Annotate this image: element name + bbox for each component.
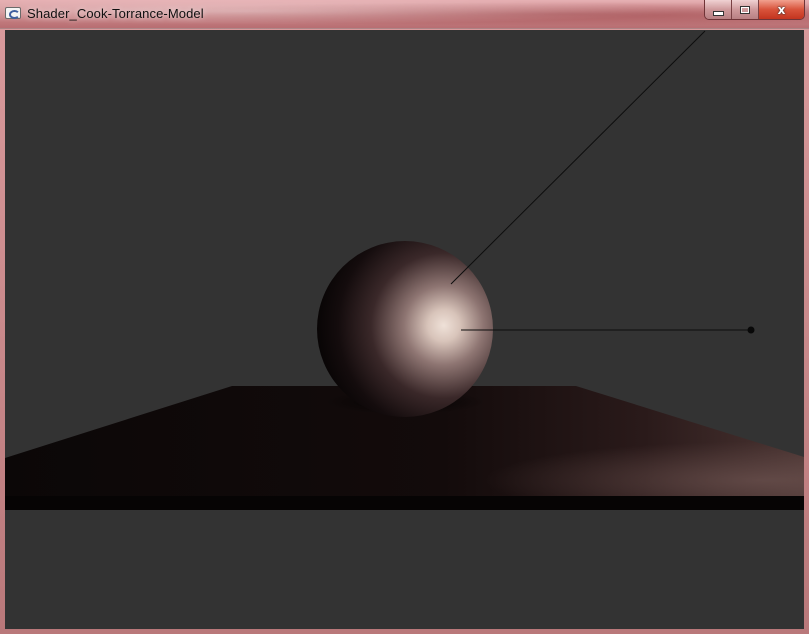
- maximize-icon: [740, 5, 750, 14]
- maximize-button[interactable]: [732, 0, 759, 19]
- floor-front-edge: [5, 496, 804, 510]
- shaded-sphere: [317, 241, 493, 417]
- light-direction-line: [450, 30, 706, 285]
- minimize-icon: [712, 10, 724, 16]
- title-bar[interactable]: Shader_Cook-Torrance-Model x: [0, 0, 809, 29]
- close-button[interactable]: x: [759, 0, 804, 19]
- app-icon[interactable]: [5, 7, 21, 19]
- view-direction-endpoint: [747, 326, 755, 334]
- scene-canvas: [5, 30, 804, 510]
- application-window: Shader_Cook-Torrance-Model x: [0, 0, 809, 634]
- close-icon: x: [777, 2, 786, 17]
- window-controls: x: [704, 0, 805, 20]
- render-viewport[interactable]: [5, 30, 804, 629]
- window-title: Shader_Cook-Torrance-Model: [27, 6, 204, 21]
- minimize-button[interactable]: [705, 0, 732, 19]
